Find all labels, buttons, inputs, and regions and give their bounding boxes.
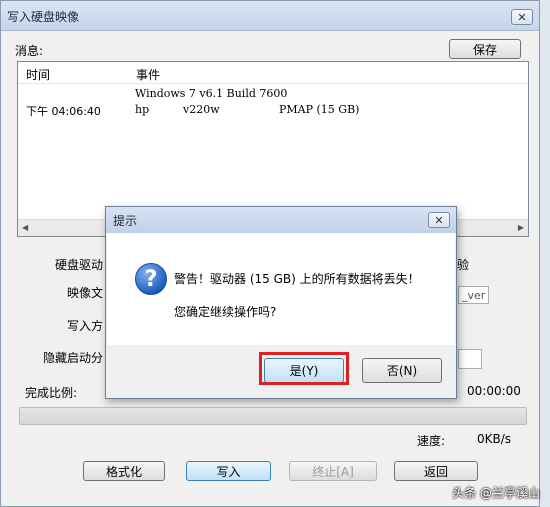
scroll-right-icon[interactable]: ▶ <box>518 223 524 232</box>
abort-button[interactable]: 终止[A] <box>289 461 377 481</box>
log-event-vendor: hp <box>135 103 150 116</box>
dialog-title: 提示 <box>113 214 138 228</box>
messages-label: 消息: <box>15 44 44 58</box>
dialog-titlebar[interactable]: 提示 ✕ <box>106 207 456 233</box>
close-icon: ✕ <box>517 10 527 24</box>
watermark: 头条 @兰亭溪山 <box>452 486 540 500</box>
window-title: 写入硬盘映像 <box>7 10 80 24</box>
yes-button-highlight <box>259 352 349 385</box>
write-button[interactable]: 写入 <box>186 461 271 481</box>
speed-value: 0KB/s <box>477 432 512 446</box>
background-window-edge <box>540 0 550 507</box>
save-button[interactable]: 保存 <box>449 39 521 59</box>
log-event-partition: PMAP (15 GB) <box>279 103 360 116</box>
question-icon: ? <box>135 263 167 295</box>
log-row: 下午 04:06:40 hp v220w PMAP (15 GB) <box>18 103 518 119</box>
log-row: Windows 7 v6.1 Build 7600 <box>18 87 518 103</box>
log-time: 下午 04:06:40 <box>26 105 101 118</box>
log-header: 时间 事件 <box>18 62 528 84</box>
image-file-label: 映像文 <box>67 286 104 300</box>
column-event: 事件 <box>136 68 161 82</box>
verify-label-partial: 验 <box>457 258 470 272</box>
back-button[interactable]: 返回 <box>394 461 478 481</box>
format-button[interactable]: 格式化 <box>83 461 165 481</box>
elapsed-time: 00:00:00 <box>467 384 521 398</box>
main-titlebar[interactable]: 写入硬盘映像 ✕ <box>1 1 539 31</box>
log-event-model: v220w <box>183 103 220 116</box>
dialog-close-button[interactable]: ✕ <box>428 212 450 228</box>
warning-text: 警告！驱动器 (15 GB) 上的所有数据将丢失！ <box>174 272 420 286</box>
close-icon: ✕ <box>434 213 444 227</box>
progress-bar <box>19 407 527 425</box>
image-file-field[interactable]: _ver <box>458 286 489 304</box>
no-button[interactable]: 否(N) <box>362 358 442 383</box>
disk-drive-label: 硬盘驱动 <box>55 258 104 272</box>
log-event: Windows 7 v6.1 Build 7600 <box>135 87 288 100</box>
window-close-button[interactable]: ✕ <box>511 9 533 25</box>
hide-boot-partition-select[interactable] <box>458 349 482 369</box>
dialog-body: ? 警告！驱动器 (15 GB) 上的所有数据将丢失！ 您确定继续操作吗? <box>107 233 455 345</box>
column-time: 时间 <box>26 68 51 82</box>
speed-label: 速度: <box>417 434 446 448</box>
progress-label: 完成比例: <box>25 386 78 400</box>
scroll-left-icon[interactable]: ◀ <box>22 223 28 232</box>
confirm-question: 您确定继续操作吗? <box>174 305 277 319</box>
write-method-label: 写入方 <box>67 319 104 333</box>
hide-boot-partition-label: 隐藏启动分 <box>43 351 104 365</box>
